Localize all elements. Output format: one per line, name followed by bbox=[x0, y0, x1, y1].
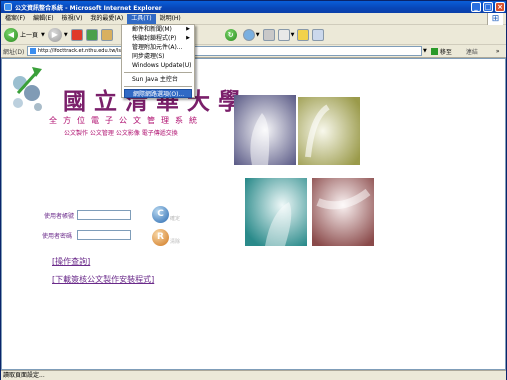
maximize-icon[interactable]: □ bbox=[483, 2, 493, 12]
windows-logo-icon: ⊞ bbox=[487, 13, 503, 25]
mail-icon bbox=[242, 28, 255, 41]
photo-teal-icon bbox=[245, 178, 307, 246]
close-icon[interactable]: × bbox=[495, 2, 505, 12]
media-button[interactable]: ↻ bbox=[224, 27, 237, 43]
folder-icon bbox=[297, 28, 310, 41]
window-title: 公文資訊整合系統 - Microsoft Internet Explorer bbox=[15, 4, 162, 12]
chevron-down-icon[interactable]: ▼ bbox=[41, 32, 45, 38]
menu-separator bbox=[124, 86, 192, 87]
reset-button[interactable]: R bbox=[152, 229, 169, 246]
menu-item-manage-addons[interactable]: 管理附加元件(A)... bbox=[122, 43, 194, 52]
toolbar-expand-icon[interactable]: » bbox=[496, 48, 500, 55]
submenu-arrow-icon: ▶ bbox=[186, 26, 190, 32]
print-button[interactable] bbox=[262, 27, 275, 43]
menu-item-popup-blocker[interactable]: 快顯封鎖程式(P) ▶ bbox=[122, 34, 194, 43]
menu-edit[interactable]: 編輯(E) bbox=[29, 14, 57, 24]
university-logo-icon bbox=[13, 67, 42, 111]
menu-help[interactable]: 說明(H) bbox=[156, 14, 185, 24]
menu-item-label: 快顯封鎖程式(P) bbox=[132, 35, 177, 42]
messenger-icon bbox=[312, 28, 325, 41]
photo-rose-icon bbox=[312, 178, 374, 246]
page-content: 國立清華大學 全方位電子公文管理系統 公文製作 公文管理 公文影像 電子傳遞交換… bbox=[1, 58, 506, 370]
confirm-button[interactable]: C bbox=[152, 206, 169, 223]
chevron-down-icon[interactable]: ▼ bbox=[256, 32, 260, 38]
username-label: 使用者帳號 bbox=[44, 213, 75, 220]
standard-toolbar: ◀ 上一頁 ▼ ▶ ▼ ↻ ▼ ▼ bbox=[1, 25, 506, 45]
submenu-arrow-icon: ▶ bbox=[186, 35, 190, 41]
menu-item-label: 郵件和新聞(M) bbox=[132, 26, 172, 33]
menu-separator bbox=[124, 72, 192, 73]
back-label: 上一頁 bbox=[20, 32, 39, 39]
forward-button[interactable]: ▶ ▼ bbox=[47, 27, 68, 43]
tools-menu: 郵件和新聞(M) ▶ 快顯封鎖程式(P) ▶ 管理附加元件(A)... 同步處理(S… bbox=[121, 24, 195, 98]
menu-item-label: 管理附加元件(A)... bbox=[132, 44, 183, 51]
links-label[interactable]: 連結 bbox=[466, 47, 478, 56]
go-button[interactable]: 移至 bbox=[440, 47, 452, 56]
address-dropdown-icon[interactable]: ▼ bbox=[423, 48, 427, 54]
chevron-down-icon[interactable]: ▼ bbox=[64, 32, 68, 38]
menu-item-java-console[interactable]: Sun Java 主控台 bbox=[122, 75, 194, 84]
menu-view[interactable]: 檢視(V) bbox=[58, 14, 87, 24]
address-input[interactable]: http://lfocttrack.et.nthu.edu.tw/lsfbed/… bbox=[27, 46, 422, 56]
status-bar: 讀取頁面設定... bbox=[1, 370, 506, 380]
menu-item-internet-options[interactable]: 網際網路選項(O)... bbox=[124, 89, 192, 98]
menu-item-label: 同步處理(S) bbox=[132, 53, 165, 60]
back-arrow-icon: ◀ bbox=[4, 27, 18, 42]
menu-bar: 檔案(F) 編輯(E) 檢視(V) 我的最愛(A) 工具(T) 說明(H) bbox=[1, 13, 506, 25]
menu-item-label: Sun Java 主控台 bbox=[132, 76, 178, 83]
refresh-button[interactable] bbox=[85, 27, 98, 43]
menu-item-label: Windows Update(U) bbox=[132, 62, 192, 69]
menu-item-label: 網際網路選項(O)... bbox=[133, 91, 185, 98]
menu-favorites[interactable]: 我的最愛(A) bbox=[86, 14, 127, 24]
password-label: 使用者密碼 bbox=[42, 233, 73, 240]
minimize-icon[interactable]: _ bbox=[471, 2, 481, 12]
title-bar: 公文資訊整合系統 - Microsoft Internet Explorer _… bbox=[1, 1, 506, 13]
mail-button[interactable]: ▼ bbox=[242, 27, 260, 43]
home-icon bbox=[100, 28, 113, 41]
print-icon bbox=[262, 28, 275, 41]
address-label: 網址(D) bbox=[3, 48, 25, 56]
photo-blue-icon bbox=[234, 95, 296, 165]
stop-icon bbox=[70, 28, 83, 41]
status-text: 讀取頁面設定... bbox=[3, 372, 45, 379]
page-slogan: 全方位電子公文管理系統 bbox=[49, 116, 203, 125]
address-bar: 網址(D) http://lfocttrack.et.nthu.edu.tw/l… bbox=[1, 45, 506, 58]
menu-item-synchronize[interactable]: 同步處理(S) bbox=[122, 52, 194, 61]
menu-item-mail-news[interactable]: 郵件和新聞(M) ▶ bbox=[122, 25, 194, 34]
browser-window: 公文資訊整合系統 - Microsoft Internet Explorer _… bbox=[0, 0, 507, 380]
page-icon bbox=[30, 48, 36, 54]
manual-link[interactable]: [操作查詢] bbox=[52, 256, 90, 267]
photo-olive-icon bbox=[298, 97, 360, 165]
home-button[interactable] bbox=[100, 27, 113, 43]
folder-button[interactable] bbox=[297, 27, 310, 43]
menu-file[interactable]: 檔案(F) bbox=[1, 14, 29, 24]
refresh-icon bbox=[85, 28, 98, 41]
stop-button[interactable] bbox=[70, 27, 83, 43]
edit-button[interactable]: ▼ bbox=[277, 27, 295, 43]
edit-icon bbox=[277, 28, 290, 41]
password-input[interactable] bbox=[77, 230, 131, 240]
download-link[interactable]: [下載簽核公文製作安裝程式] bbox=[52, 274, 154, 285]
menu-tools[interactable]: 工具(T) bbox=[127, 13, 156, 24]
ie-app-icon bbox=[4, 3, 12, 11]
go-icon[interactable] bbox=[430, 47, 438, 55]
forward-arrow-icon: ▶ bbox=[47, 27, 62, 42]
back-button[interactable]: ◀ 上一頁 ▼ bbox=[4, 27, 45, 43]
chevron-down-icon[interactable]: ▼ bbox=[291, 32, 295, 38]
page-subtitles: 公文製作 公文管理 公文影像 電子傳遞交換 bbox=[64, 130, 178, 137]
menu-item-windows-update[interactable]: Windows Update(U) bbox=[122, 61, 194, 70]
messenger-button[interactable] bbox=[312, 27, 325, 43]
reset-hint: 清除 bbox=[170, 239, 181, 245]
confirm-hint: 確定 bbox=[170, 216, 181, 222]
media-icon: ↻ bbox=[224, 28, 237, 41]
username-input[interactable] bbox=[77, 210, 131, 220]
